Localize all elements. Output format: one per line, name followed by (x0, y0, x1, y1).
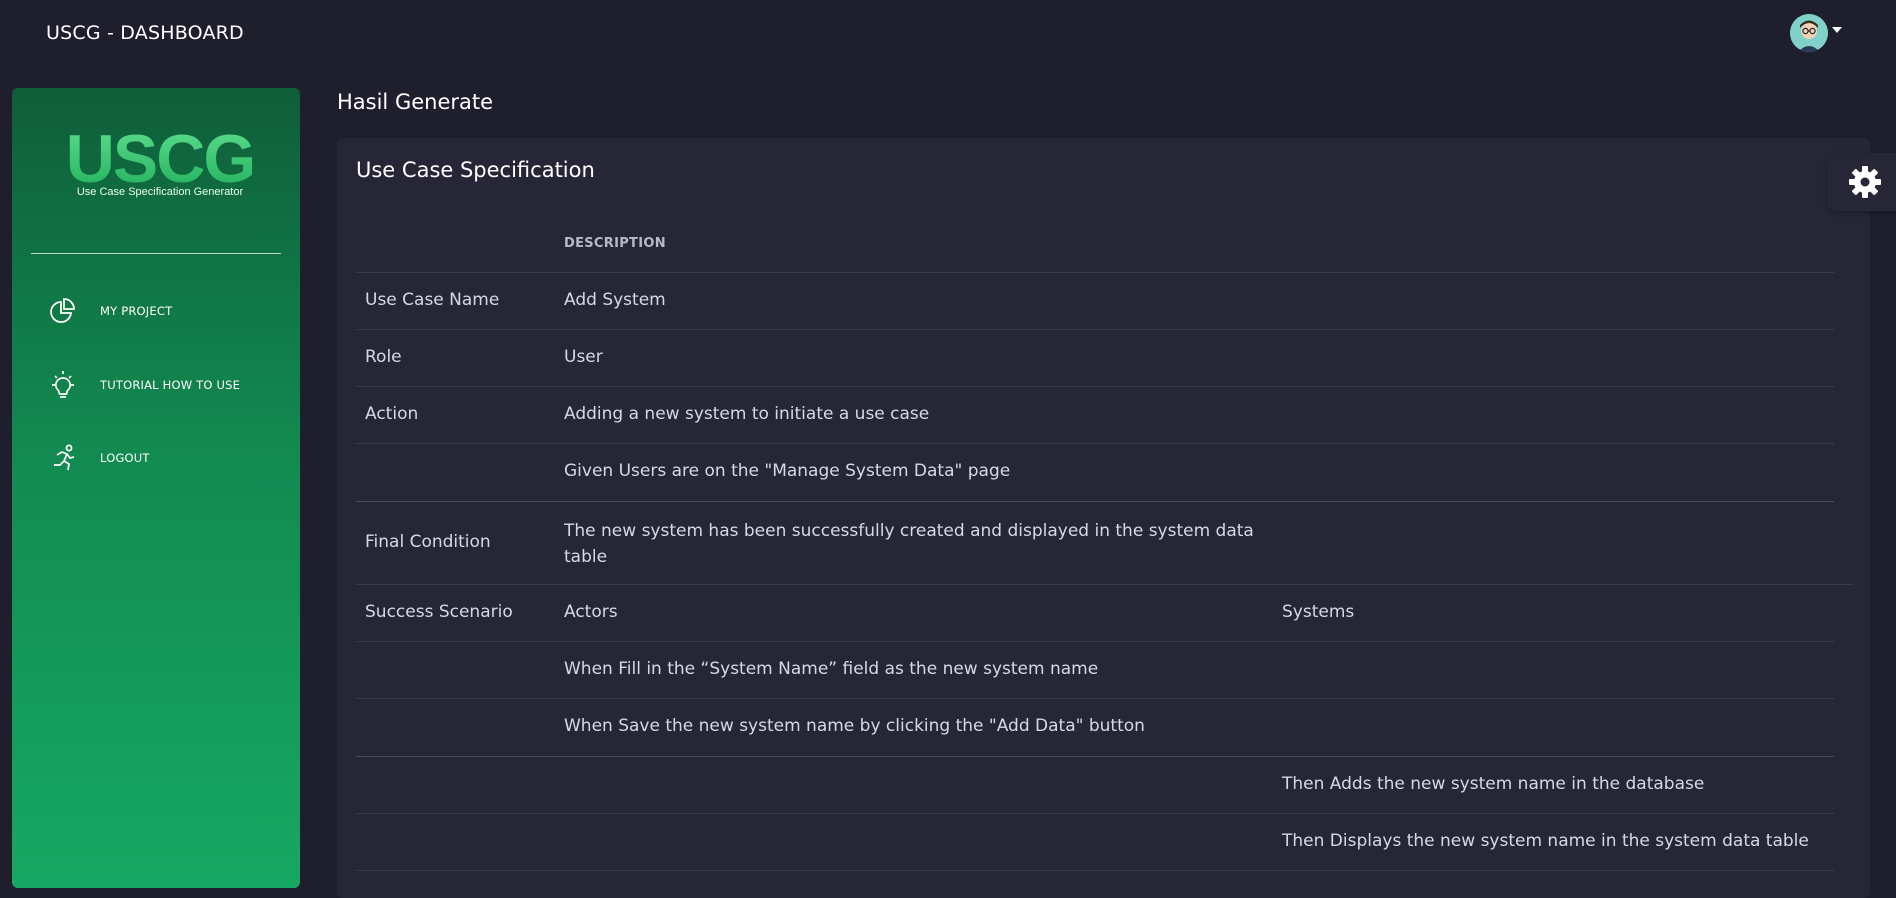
row-label: Final Condition (365, 532, 491, 552)
running-icon (54, 444, 75, 471)
sidebar-item-label: MY PROJECT (100, 304, 173, 318)
scenario-label: Success Scenario (365, 602, 513, 622)
logo-subtitle: Use Case Specification Generator (76, 186, 244, 198)
top-bar: USCG - DASHBOARD (0, 0, 1896, 72)
lightbulb-icon (52, 371, 74, 398)
logo-text: USCG (66, 126, 254, 188)
table-row: Role User (356, 329, 1834, 386)
sidebar-item-label: TUTORIAL HOW TO USE (100, 378, 241, 392)
row-label: Use Case Name (365, 290, 500, 310)
system-step: Then Adds the new system name in the dat… (1282, 774, 1705, 794)
sidebar-item-tutorial[interactable]: TUTORIAL HOW TO USE (48, 368, 278, 402)
table-header: DESCRIPTION (356, 236, 1834, 270)
sidebar-item-my-project[interactable]: MY PROJECT (48, 294, 278, 328)
table-row: Action Adding a new system to initiate a… (356, 386, 1834, 443)
user-avatar-icon[interactable] (1790, 14, 1828, 52)
use-case-card: Use Case Specification DESCRIPTION Use C… (337, 138, 1870, 898)
settings-button[interactable] (1827, 153, 1896, 211)
row-label: Action (365, 404, 419, 424)
table-row: Use Case Name Add System (356, 272, 1834, 329)
row-value: Given Users are on the "Manage System Da… (564, 461, 1011, 481)
actor-step: When Save the new system name by clickin… (564, 716, 1145, 736)
sidebar: USCG Use Case Specification Generator MY… (12, 88, 300, 888)
card-title: Use Case Specification (356, 158, 595, 182)
row-value: User (564, 347, 603, 367)
actor-step: When Fill in the “System Name” field as … (564, 659, 1099, 679)
sidebar-divider (31, 253, 281, 254)
gear-icon (1849, 166, 1881, 198)
scenario-header-row: Success Scenario Actors Systems (356, 584, 1853, 641)
row-value: The new system has been successfully cre… (564, 521, 1254, 567)
table-row: Given Users are on the "Manage System Da… (356, 443, 1834, 500)
table-row: Final Condition The new system has been … (356, 501, 1834, 584)
system-step: Then Displays the new system name in the… (1282, 831, 1809, 851)
row-label: Role (365, 347, 402, 367)
profile-dropdown-caret-icon[interactable] (1832, 27, 1842, 33)
table-row: Then Displays the new system name in the… (356, 813, 1834, 870)
table-row: When Fill in the “System Name” field as … (356, 641, 1834, 698)
sidebar-item-logout[interactable]: LOGOUT (48, 441, 278, 475)
pie-chart-icon (50, 298, 75, 323)
table-row (356, 870, 1834, 891)
systems-header: Systems (1282, 602, 1355, 622)
table-row: Then Adds the new system name in the dat… (356, 756, 1834, 813)
table-row: When Save the new system name by clickin… (356, 698, 1834, 755)
uscg-logo: USCG Use Case Specification Generator (50, 121, 270, 206)
row-value: Add System (564, 290, 666, 310)
sidebar-item-label: LOGOUT (100, 451, 150, 465)
description-header: DESCRIPTION (564, 236, 666, 251)
actors-header: Actors (564, 602, 618, 622)
page-title: Hasil Generate (337, 90, 494, 114)
row-value: Adding a new system to initiate a use ca… (564, 404, 930, 424)
app-title: USCG - DASHBOARD (46, 22, 244, 44)
